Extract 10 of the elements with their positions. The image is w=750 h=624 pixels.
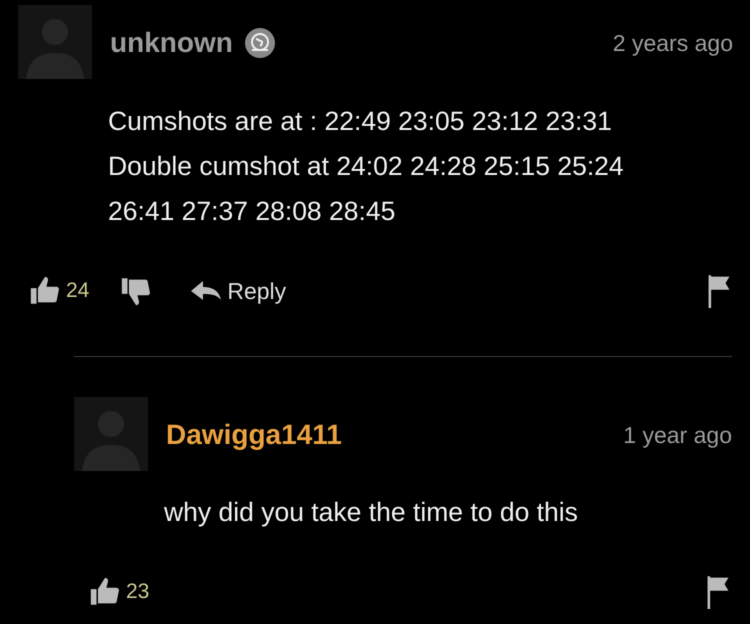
username[interactable]: Dawigga1411 bbox=[166, 419, 342, 451]
timestamp: 2 years ago bbox=[612, 30, 733, 56]
comment-text: why did you take the time to do this bbox=[163, 496, 579, 529]
like-count: 24 bbox=[66, 279, 90, 303]
comment-text: Cumshots are at : 22:49 23:05 23:12 23:31 Double cumshot at 24:02 24:28 25:15 25:24 26:41 27:37 28:08 28:45 bbox=[107, 105, 625, 228]
reply-button[interactable]: Reply bbox=[191, 278, 286, 304]
like-count: 23 bbox=[126, 580, 150, 604]
username[interactable]: unknown bbox=[110, 27, 233, 59]
reply-arrow-icon[interactable] bbox=[191, 280, 222, 302]
timestamp: 1 year ago bbox=[623, 422, 732, 448]
